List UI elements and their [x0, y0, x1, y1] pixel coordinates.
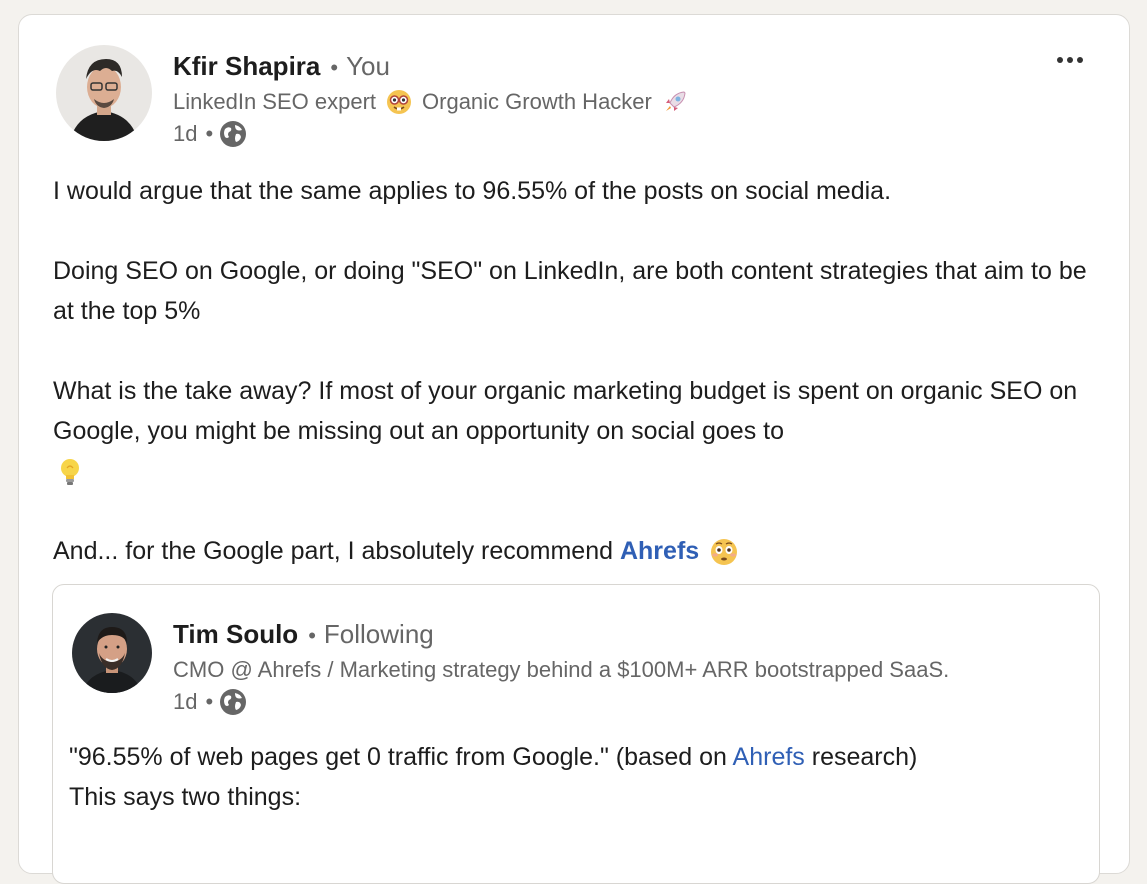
quoted-post-card[interactable]: Tim Soulo • Following CMO @ Ahrefs / Mar… — [52, 584, 1100, 884]
quoted-author-name[interactable]: Tim Soulo — [173, 619, 298, 650]
time-separator: • — [205, 121, 214, 146]
post-paragraph-1: I would argue that the same applies to 9… — [53, 177, 892, 205]
quoted-post-body: "96.55% of web pages get 0 traffic from … — [69, 737, 1079, 817]
headline-part1: LinkedIn SEO expert — [173, 89, 377, 114]
post-time[interactable]: 1d — [173, 121, 197, 147]
more-options-icon[interactable] — [1055, 55, 1085, 65]
nerd-face-emoji — [387, 90, 412, 114]
quoted-line1-suffix: research) — [811, 743, 918, 771]
post-paragraph-3: What is the take away? If most of your o… — [53, 371, 1093, 491]
paragraph-3-text: What is the take away? If most of your o… — [53, 377, 1078, 445]
quoted-ahrefs-mention-link[interactable]: Ahrefs — [733, 743, 805, 771]
flushed-face-emoji — [711, 539, 738, 566]
author-relation: You — [346, 51, 390, 81]
quoted-time-separator: • — [205, 689, 214, 714]
post-paragraph-4: And... for the Google part, I absolutely… — [53, 531, 1093, 571]
globe-icon — [220, 121, 247, 147]
quoted-post-meta: 1d • — [173, 688, 247, 716]
author-name[interactable]: Kfir Shapira — [173, 51, 320, 82]
quoted-line1-prefix: "96.55% of web pages get 0 traffic from … — [69, 743, 727, 771]
post-meta: 1d • — [173, 120, 247, 148]
author-headline: LinkedIn SEO expert Organic Growth Hacke… — [173, 89, 688, 115]
rocket-emoji — [665, 91, 686, 111]
quoted-author-headline: CMO @ Ahrefs / Marketing strategy behind… — [173, 657, 949, 683]
ahrefs-mention-link[interactable]: Ahrefs — [620, 537, 699, 565]
author-name-row: Kfir Shapira • You — [173, 51, 390, 82]
globe-icon — [220, 689, 247, 715]
paragraph-4-text: And... for the Google part, I absolutely… — [53, 537, 614, 565]
quoted-headline-text: CMO @ Ahrefs / Marketing strategy behind… — [173, 657, 950, 682]
bullet-separator: • — [330, 55, 339, 80]
headline-part2: Organic Growth Hacker — [422, 89, 652, 114]
quoted-bullet-separator: • — [308, 623, 316, 648]
quoted-line2: This says two things: — [69, 783, 302, 811]
post-paragraph-2: Doing SEO on Google, or doing "SEO" on L… — [53, 257, 1087, 325]
quoted-author-avatar[interactable] — [72, 613, 152, 693]
quoted-post-time[interactable]: 1d — [173, 689, 197, 715]
light-bulb-emoji — [61, 459, 79, 486]
quoted-author-name-row: Tim Soulo • Following — [173, 619, 434, 650]
quoted-author-relation: Following — [323, 619, 434, 649]
author-avatar[interactable] — [56, 45, 152, 141]
